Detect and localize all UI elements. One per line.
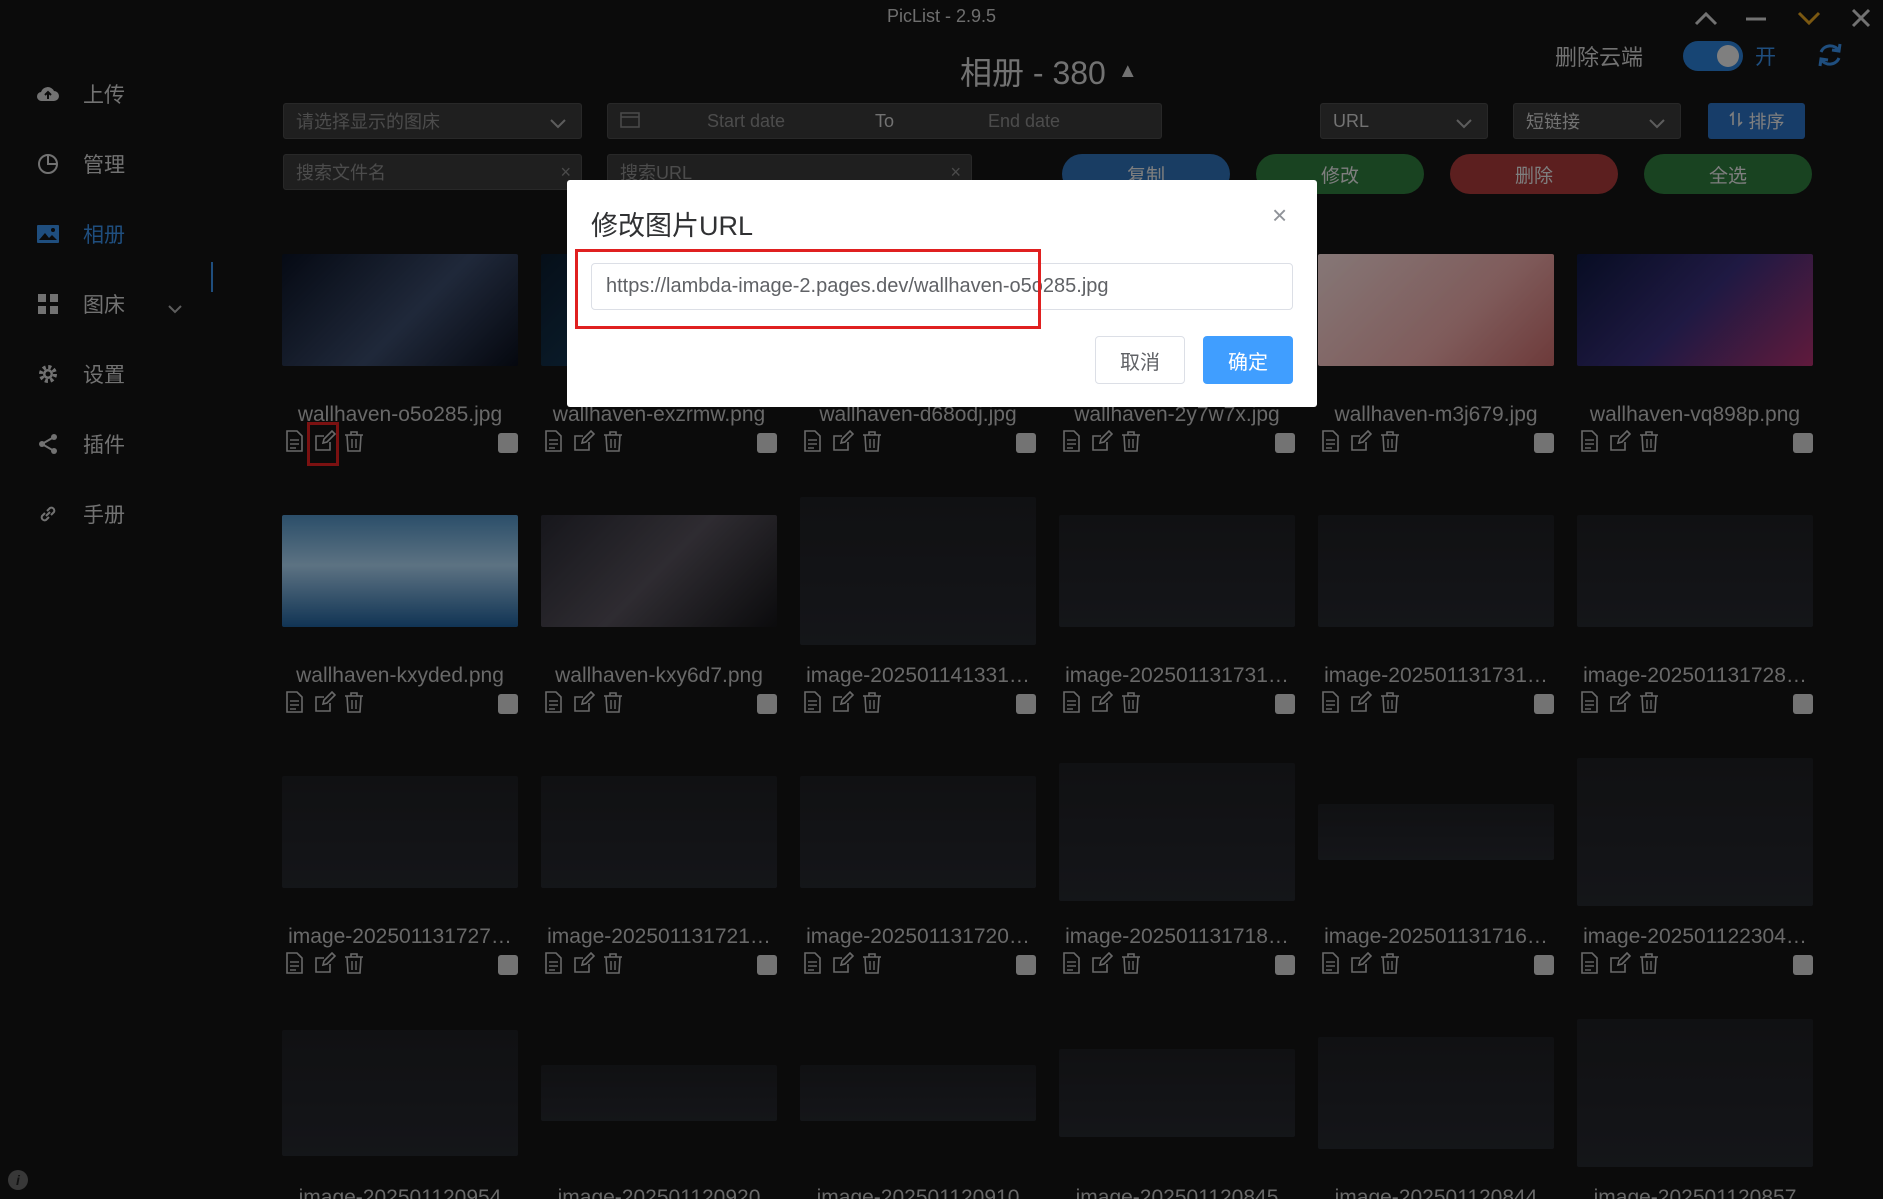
cancel-button-label: 取消	[1120, 351, 1160, 374]
cancel-button[interactable]: 取消	[1095, 336, 1185, 384]
close-icon[interactable]: ×	[1272, 200, 1287, 231]
dialog-title: 修改图片URL	[591, 211, 754, 241]
confirm-button[interactable]: 确定	[1203, 336, 1293, 384]
edit-url-dialog: 修改图片URL × https://lambda-image-2.pages.d…	[567, 180, 1317, 407]
confirm-button-label: 确定	[1228, 351, 1268, 374]
highlight-box	[575, 249, 1041, 329]
